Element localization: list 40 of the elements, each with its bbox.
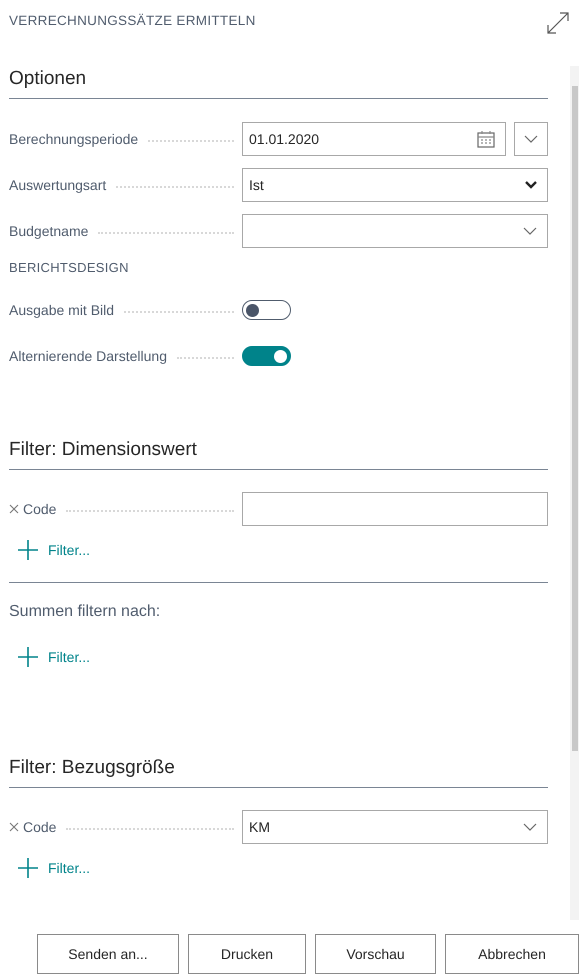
select-field[interactable]: Ist xyxy=(242,168,548,202)
chevron-down-icon xyxy=(523,823,537,831)
add-filter-link[interactable]: Filter... xyxy=(9,856,90,880)
add-filter-link[interactable]: Filter... xyxy=(9,538,90,562)
toggle-switch[interactable] xyxy=(242,346,291,366)
expand-icon[interactable] xyxy=(547,12,569,34)
combo-field[interactable] xyxy=(242,214,548,248)
dialog-button[interactable]: Drucken xyxy=(188,934,306,974)
plus-icon xyxy=(18,858,38,878)
remove-icon[interactable] xyxy=(9,822,19,832)
subsection-heading: BERICHTSDESIGN xyxy=(9,260,130,275)
toggle-switch[interactable] xyxy=(242,300,291,320)
toggle-label: Ausgabe mit Bild xyxy=(9,302,114,318)
scrollbar[interactable] xyxy=(570,66,579,920)
dropdown-button[interactable] xyxy=(514,122,548,156)
dialog-button[interactable]: Senden an... xyxy=(37,934,179,974)
dialog-title: VERRECHNUNGSSÄTZE ERMITTELN xyxy=(9,13,256,28)
field-label: Budgetname xyxy=(9,223,88,239)
section-heading: Filter: Bezugsgröße xyxy=(9,756,176,780)
combo-field[interactable]: KM xyxy=(242,810,548,844)
toggle-label: Alternierende Darstellung xyxy=(9,348,167,364)
field-label: Auswertungsart xyxy=(9,177,106,193)
remove-icon[interactable] xyxy=(9,504,19,514)
plus-icon xyxy=(18,647,38,667)
section-heading: Optionen xyxy=(9,67,88,91)
input-field[interactable] xyxy=(242,492,548,526)
dialog-button[interactable]: Vorschau xyxy=(315,934,436,974)
totals-label: Summen filtern nach: xyxy=(9,603,162,621)
field-label: Berechnungsperiode xyxy=(9,131,138,147)
field-label: Code xyxy=(23,819,56,835)
plus-icon xyxy=(18,540,38,560)
chevron-down-icon xyxy=(523,227,537,235)
dialog-button[interactable]: Abbrechen xyxy=(445,934,579,974)
chevron-down-icon xyxy=(525,181,537,189)
add-filter-link[interactable]: Filter... xyxy=(9,645,90,669)
calendar-icon xyxy=(477,130,495,148)
field-label: Code xyxy=(23,501,56,517)
date-field[interactable]: 01.01.2020 xyxy=(242,122,506,156)
chevron-down-icon xyxy=(524,135,538,143)
section-heading: Filter: Dimensionswert xyxy=(9,438,198,462)
